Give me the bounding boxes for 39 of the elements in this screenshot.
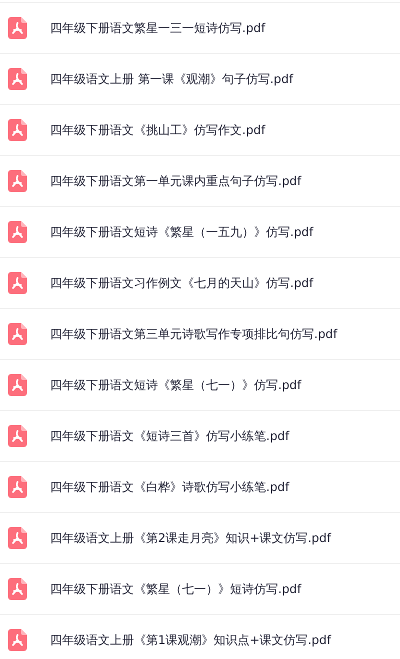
file-name: 四年级下册语文第三单元诗歌写作专项排比句仿写.pdf	[50, 326, 338, 343]
pdf-file-icon	[8, 578, 27, 600]
file-item[interactable]: 四年级下册语文《短诗三首》仿写小练笔.pdf	[0, 410, 400, 461]
file-name: 四年级下册语文短诗《繁星（七一）》仿写.pdf	[50, 377, 302, 394]
file-item[interactable]: 四年级下册语文第一单元课内重点句子仿写.pdf	[0, 155, 400, 206]
file-name: 四年级下册语文第一单元课内重点句子仿写.pdf	[50, 173, 302, 190]
pdf-file-icon	[8, 272, 27, 294]
file-item[interactable]: 四年级下册语文短诗《繁星（七一）》仿写.pdf	[0, 359, 400, 410]
file-name: 四年级语文上册 第一课《观潮》句子仿写.pdf	[50, 71, 294, 88]
pdf-file-icon	[8, 221, 27, 243]
file-item[interactable]: 四年级下册语文繁星一三一短诗仿写.pdf	[0, 2, 400, 53]
file-item[interactable]: 四年级下册语文第三单元诗歌写作专项排比句仿写.pdf	[0, 308, 400, 359]
pdf-file-icon	[8, 17, 27, 39]
file-item[interactable]: 四年级下册语文《白桦》诗歌仿写小练笔.pdf	[0, 461, 400, 512]
pdf-file-icon	[8, 323, 27, 345]
pdf-file-icon	[8, 170, 27, 192]
file-item[interactable]: 四年级语文上册《第2课走月亮》知识+课文仿写.pdf	[0, 512, 400, 563]
file-item[interactable]: 四年级下册语文《繁星（七一）》短诗仿写.pdf	[0, 563, 400, 614]
file-name: 四年级下册语文《繁星（七一）》短诗仿写.pdf	[50, 581, 302, 598]
pdf-file-icon	[8, 68, 27, 90]
file-item[interactable]: 四年级下册语文《挑山工》仿写作文.pdf	[0, 104, 400, 155]
file-name: 四年级语文上册《第2课走月亮》知识+课文仿写.pdf	[50, 530, 331, 547]
file-name: 四年级下册语文《挑山工》仿写作文.pdf	[50, 122, 266, 139]
pdf-file-icon	[8, 629, 27, 651]
file-name: 四年级下册语文《短诗三首》仿写小练笔.pdf	[50, 428, 290, 445]
file-item[interactable]: 四年级语文上册 第一课《观潮》句子仿写.pdf	[0, 53, 400, 104]
file-item[interactable]: 四年级下册语文习作例文《七月的天山》仿写.pdf	[0, 257, 400, 308]
file-name: 四年级下册语文短诗《繁星（一五九）》仿写.pdf	[50, 224, 314, 241]
pdf-file-icon	[8, 374, 27, 396]
file-name: 四年级下册语文《白桦》诗歌仿写小练笔.pdf	[50, 479, 290, 496]
pdf-file-icon	[8, 527, 27, 549]
pdf-file-icon	[8, 119, 27, 141]
file-item[interactable]: 四年级下册语文短诗《繁星（一五九）》仿写.pdf	[0, 206, 400, 257]
file-name: 四年级下册语文繁星一三一短诗仿写.pdf	[50, 20, 266, 37]
file-item[interactable]: 四年级语文上册《第1课观潮》知识点+课文仿写.pdf	[0, 614, 400, 659]
pdf-file-icon	[8, 425, 27, 447]
file-name: 四年级下册语文习作例文《七月的天山》仿写.pdf	[50, 275, 314, 292]
file-name: 四年级语文上册《第1课观潮》知识点+课文仿写.pdf	[50, 632, 331, 649]
pdf-file-icon	[8, 476, 27, 498]
